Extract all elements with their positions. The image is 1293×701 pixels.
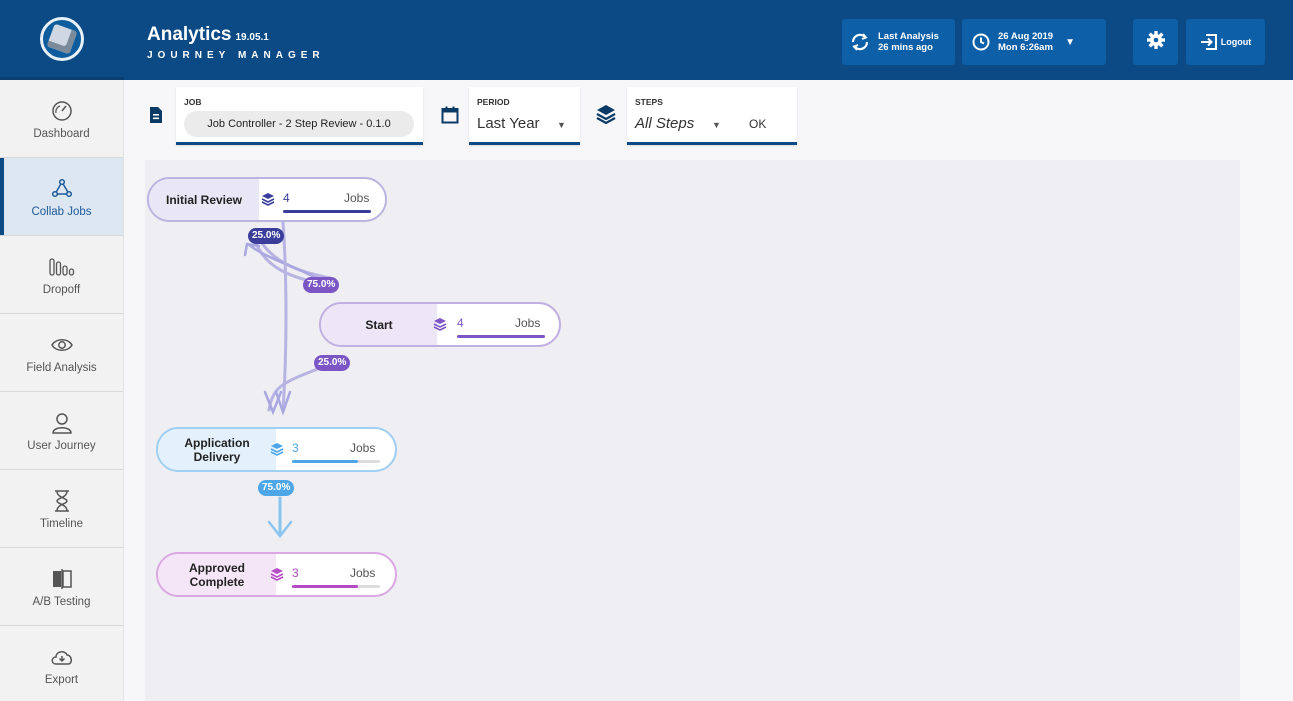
- journey-canvas: 25.0% 75.0% 25.0% 75.0% Initial Review 4…: [145, 160, 1240, 701]
- chevron-down-icon: ▼: [1065, 36, 1075, 48]
- node-name: Approved Complete: [158, 554, 276, 595]
- sidebar-item-label: A/B Testing: [32, 595, 91, 608]
- cloud-download-icon: [50, 644, 74, 670]
- edge-percent-value: 75.0%: [262, 482, 291, 493]
- edge-percent-badge: 75.0%: [258, 480, 295, 496]
- sidebar-item-field-analysis[interactable]: Field Analysis: [0, 314, 123, 392]
- app-title: Analytics 19.05.1: [147, 24, 269, 46]
- ab-testing-icon: [52, 566, 72, 592]
- node-progress-bar: [457, 335, 545, 338]
- node-jobs-label: Jobs: [344, 191, 370, 205]
- user-icon: [51, 410, 73, 436]
- hourglass-icon: [53, 488, 71, 514]
- app-subtitle: JOURNEY MANAGER: [147, 50, 325, 61]
- period-filter-label: PERIOD: [477, 97, 510, 107]
- sidebar-item-label: Dropoff: [42, 283, 81, 296]
- flow-node-start[interactable]: Start 4 Jobs: [319, 302, 561, 347]
- layers-icon: [596, 104, 616, 129]
- steps-filter[interactable]: STEPS All Steps ▼ OK: [627, 87, 797, 145]
- job-filter[interactable]: JOB Job Controller - 2 Step Review - 0.1…: [176, 87, 423, 145]
- edge-percent-badge: 25.0%: [248, 228, 285, 244]
- last-analysis-label: Last Analysis: [878, 31, 939, 42]
- clock-icon: [972, 33, 990, 51]
- flow-node-initial-review[interactable]: Initial Review 4 Jobs: [147, 177, 387, 222]
- logout-label: Logout: [1220, 37, 1252, 47]
- logout-icon: [1200, 33, 1218, 51]
- node-name: Start: [321, 304, 437, 345]
- sidebar-item-collab-jobs[interactable]: Collab Jobs: [0, 158, 123, 236]
- app-logo: [40, 16, 84, 61]
- collab-icon: [51, 176, 73, 202]
- node-progress-bar: [283, 210, 371, 213]
- node-name-line2: Delivery: [193, 449, 241, 464]
- settings-button[interactable]: [1133, 19, 1178, 65]
- sidebar-item-label: Collab Jobs: [31, 205, 92, 218]
- sidebar-item-label: User Journey: [27, 439, 96, 452]
- sidebar-item-label: Dashboard: [33, 127, 90, 140]
- node-jobs-label: Jobs: [350, 566, 376, 580]
- sidebar-item-dropoff[interactable]: Dropoff: [0, 236, 123, 314]
- edge-percent-value: 25.0%: [318, 357, 347, 368]
- sidebar-item-label: Field Analysis: [26, 361, 97, 374]
- sidebar-item-timeline[interactable]: Timeline: [0, 470, 123, 548]
- node-count: 3: [292, 566, 299, 580]
- speedometer-icon: [51, 98, 73, 124]
- document-icon: [149, 106, 163, 129]
- edge-percent-value: 25.0%: [252, 230, 281, 241]
- layers-icon: [270, 442, 284, 461]
- node-count: 3: [292, 441, 299, 455]
- app-version: 19.05.1: [235, 32, 269, 43]
- sidebar-item-user-journey[interactable]: User Journey: [0, 392, 123, 470]
- sidebar-item-export[interactable]: Export: [0, 626, 123, 701]
- edge-percent-badge: 75.0%: [303, 277, 340, 293]
- layers-icon: [270, 567, 284, 586]
- node-progress-bar: [292, 585, 380, 588]
- sidebar-item-ab-testing[interactable]: A/B Testing: [0, 548, 123, 626]
- logout-button[interactable]: Logout: [1186, 19, 1265, 65]
- node-jobs-label: Jobs: [350, 441, 376, 455]
- node-name: Application Delivery: [158, 429, 276, 470]
- sidebar-item-label: Export: [44, 673, 79, 686]
- layers-icon: [261, 192, 275, 211]
- node-name-line1: Application: [184, 435, 250, 450]
- edge-percent-value: 75.0%: [307, 279, 336, 290]
- node-count: 4: [457, 316, 464, 330]
- layers-icon: [433, 317, 447, 336]
- date-line: 26 Aug 2019: [998, 31, 1054, 42]
- period-select-value[interactable]: Last Year: [477, 115, 540, 132]
- job-select[interactable]: Job Controller - 2 Step Review - 0.1.0: [184, 111, 414, 137]
- ok-button[interactable]: OK: [749, 117, 766, 131]
- flow-node-application-delivery[interactable]: Application Delivery 3 Jobs: [156, 427, 397, 472]
- chevron-down-icon[interactable]: ▼: [557, 120, 566, 130]
- app-name: Analytics: [147, 24, 232, 45]
- edge-percent-badge: 25.0%: [314, 355, 351, 371]
- node-name-line2: Complete: [189, 574, 245, 589]
- node-progress-bar: [292, 460, 380, 463]
- node-name-line1: Approved: [188, 560, 245, 575]
- calendar-icon: [441, 106, 459, 129]
- node-jobs-label: Jobs: [515, 316, 541, 330]
- eye-icon: [50, 332, 73, 358]
- period-filter[interactable]: PERIOD Last Year ▼: [469, 87, 580, 145]
- chevron-down-icon[interactable]: ▼: [712, 120, 721, 130]
- top-header: Analytics 19.05.1 JOURNEY MANAGER Last An…: [0, 0, 1293, 80]
- time-line: Mon 6:26am: [998, 42, 1053, 53]
- gear-icon: [1146, 30, 1166, 55]
- node-count: 4: [283, 191, 290, 205]
- refresh-icon: [850, 33, 870, 51]
- job-filter-label: JOB: [184, 97, 202, 107]
- steps-filter-label: STEPS: [635, 97, 663, 107]
- date-dropdown[interactable]: 26 Aug 2019 Mon 6:26am ▼: [962, 19, 1106, 65]
- sidebar-item-dashboard[interactable]: Dashboard: [0, 80, 123, 158]
- logo-container[interactable]: [0, 0, 124, 80]
- dropoff-icon: [48, 254, 75, 280]
- sidebar: Dashboard Collab Jobs Dropoff Field Anal…: [0, 80, 124, 701]
- steps-select-value[interactable]: All Steps: [635, 115, 694, 132]
- flow-node-approved-complete[interactable]: Approved Complete 3 Jobs: [156, 552, 397, 597]
- refresh-analysis-button[interactable]: Last Analysis 26 mins ago: [842, 19, 955, 65]
- node-name: Initial Review: [149, 179, 259, 220]
- last-analysis-value: 26 mins ago: [878, 42, 933, 53]
- sidebar-item-label: Timeline: [39, 517, 84, 530]
